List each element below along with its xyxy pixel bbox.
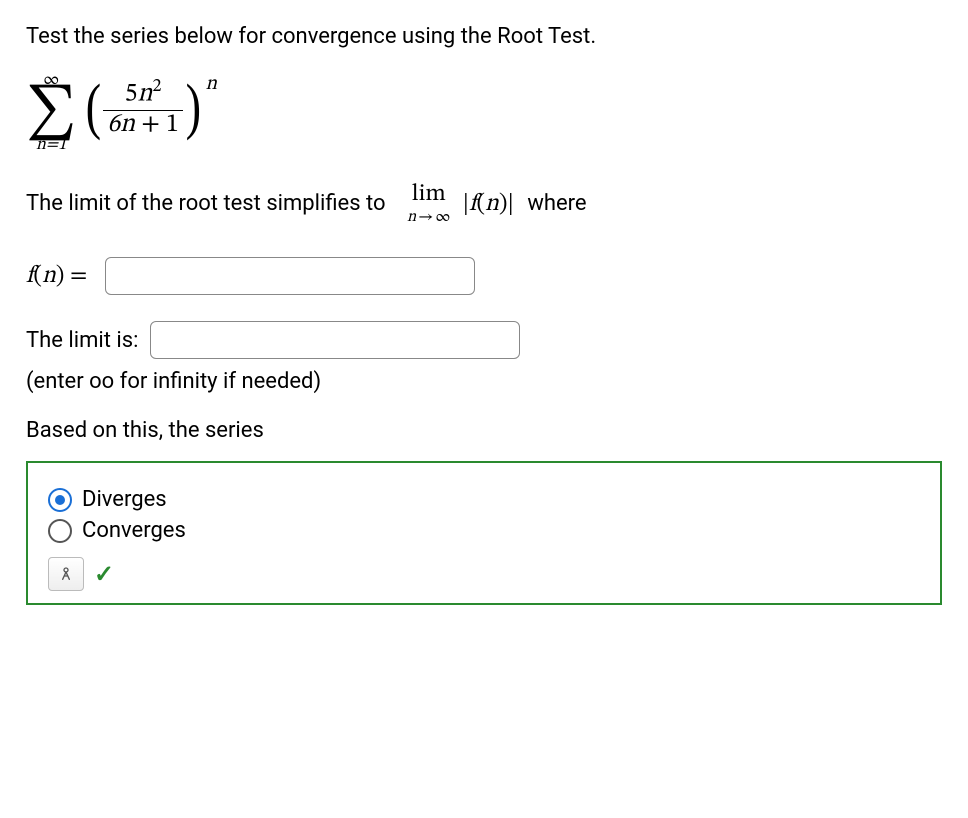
outer-exponent: n <box>206 72 218 97</box>
right-paren: ) <box>185 84 200 131</box>
wand-icon <box>58 566 74 582</box>
numer-var: n <box>138 81 153 107</box>
lim-var: n <box>407 209 416 225</box>
numer-exp: 2 <box>153 78 162 96</box>
option-diverges[interactable]: Diverges <box>48 487 920 512</box>
root-text-after: where <box>527 191 586 216</box>
limit-row: The limit is: <box>26 321 942 359</box>
fn-row: f(n) = <box>26 257 942 295</box>
retry-button[interactable] <box>48 557 84 591</box>
sigma-symbol: ∑ <box>26 89 77 138</box>
answer-box: Diverges Converges ✓ <box>26 461 942 605</box>
check-icon: ✓ <box>94 560 114 588</box>
abs-var: n <box>485 192 499 216</box>
option-converges[interactable]: Converges <box>48 518 920 543</box>
fn-input[interactable] <box>105 257 475 295</box>
option-diverges-label: Diverges <box>82 487 167 512</box>
lim-label: lim <box>412 182 446 206</box>
option-converges-label: Converges <box>82 518 186 543</box>
based-text: Based on this, the series <box>26 418 942 443</box>
fraction: 5n2 6n + 1 <box>103 77 183 141</box>
question-prompt: Test the series below for convergence us… <box>26 22 942 52</box>
hint-text: (enter oo for infinity if needed) <box>26 369 942 394</box>
lim-inf: ∞ <box>435 209 450 225</box>
radio-diverges[interactable] <box>48 488 72 512</box>
limit-label: The limit is: <box>26 328 138 353</box>
lim-arrow: → <box>418 209 433 225</box>
fn-label: f(n) = <box>26 261 87 291</box>
root-test-line: The limit of the root test simplifies to… <box>26 182 942 225</box>
limit-input[interactable] <box>150 321 520 359</box>
left-paren: ( <box>85 84 100 131</box>
abs-close: | <box>507 192 513 216</box>
sigma-lower: n=1 <box>36 137 66 154</box>
limit-expression: lim n → ∞ <box>407 182 451 225</box>
root-text-before: The limit of the root test simplifies to <box>26 191 386 216</box>
numer-coeff: 5 <box>125 81 138 107</box>
series-expression: ∞ ∑ n=1 ( 5n2 6n + 1 ) n <box>26 72 942 155</box>
radio-converges[interactable] <box>48 519 72 543</box>
